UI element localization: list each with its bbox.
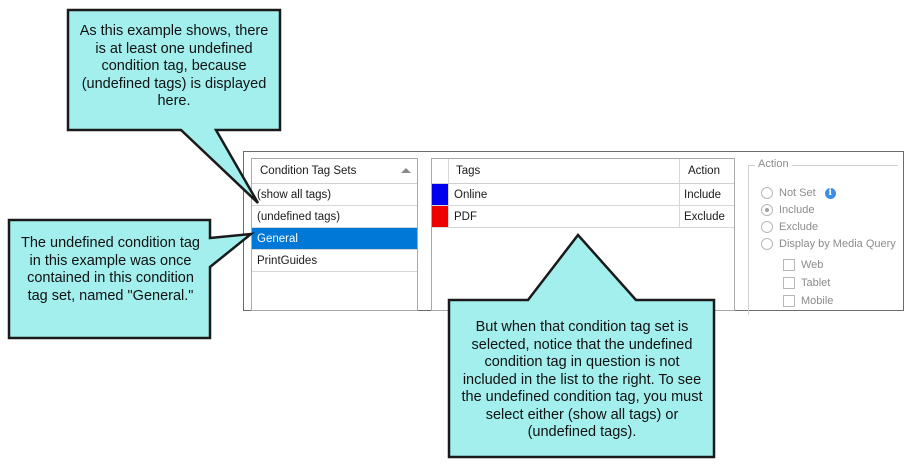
action-column-header-label: Action — [688, 165, 720, 177]
radio-label: Display by Media Query — [779, 238, 896, 250]
radio-include[interactable]: Include — [761, 204, 814, 216]
tag-set-item-general[interactable]: General — [252, 228, 417, 250]
tag-name-cell: PDF — [449, 206, 680, 227]
tags-grid[interactable]: Tags Action Online Include PDF Exclude — [431, 158, 735, 311]
tag-set-item-printguides[interactable]: PrintGuides — [252, 250, 417, 272]
tag-color-swatch — [432, 206, 448, 227]
tag-name-cell: Online — [449, 184, 680, 205]
tag-action: Exclude — [684, 210, 725, 223]
tag-color-swatch — [432, 184, 448, 205]
tags-grid-header: Tags Action — [432, 159, 734, 184]
condition-tag-sets-list[interactable]: Condition Tag Sets (show all tags) (unde… — [251, 158, 418, 311]
info-icon[interactable]: i — [824, 187, 836, 199]
action-column-header[interactable]: Action — [680, 159, 732, 183]
checkbox-label: Tablet — [801, 277, 831, 289]
checkbox-mobile[interactable]: Mobile — [783, 295, 833, 307]
radio-button[interactable] — [761, 204, 773, 216]
checkbox-label: Web — [801, 259, 824, 271]
tag-set-item-label: PrintGuides — [257, 254, 318, 267]
tag-name: Online — [454, 188, 488, 201]
checkbox[interactable] — [783, 277, 795, 289]
checkbox-web[interactable]: Web — [783, 259, 823, 271]
condition-tag-sets-header-label: Condition Tag Sets — [260, 165, 357, 177]
callout-top-text: As this example shows, there is at least… — [79, 23, 269, 109]
tags-column-header[interactable]: Tags — [449, 159, 680, 183]
tag-action-cell[interactable]: Include — [680, 184, 732, 205]
sort-ascending-icon — [401, 168, 411, 173]
tag-color-cell — [432, 206, 449, 227]
tag-set-item-show-all[interactable]: (show all tags) — [252, 184, 417, 206]
radio-display-by-media-query[interactable]: Display by Media Query — [761, 238, 896, 250]
tag-name: PDF — [454, 210, 477, 223]
radio-not-set[interactable]: Not Set i — [761, 187, 836, 199]
tag-set-item-label: (show all tags) — [257, 188, 332, 201]
tag-color-cell — [432, 184, 449, 205]
checkbox[interactable] — [783, 295, 795, 307]
tag-row-online[interactable]: Online Include — [432, 184, 734, 206]
radio-label: Not Set — [779, 187, 816, 199]
condition-tag-sets-header[interactable]: Condition Tag Sets — [252, 159, 417, 184]
action-group-legend: Action — [755, 158, 792, 170]
tag-action: Include — [684, 188, 722, 201]
checkbox[interactable] — [783, 259, 795, 271]
tags-column-header-label: Tags — [456, 165, 481, 177]
tag-action-cell[interactable]: Exclude — [680, 206, 732, 227]
condition-tags-panel: Condition Tag Sets (show all tags) (unde… — [243, 151, 904, 315]
radio-button[interactable] — [761, 238, 773, 250]
callout-bottom-text: But when that condition tag set is selec… — [461, 319, 703, 440]
radio-label: Exclude — [779, 221, 819, 233]
tag-set-item-label: (undefined tags) — [257, 210, 341, 223]
tag-set-item-label: General — [257, 232, 298, 245]
radio-exclude[interactable]: Exclude — [761, 221, 818, 233]
checkbox-label: Mobile — [801, 295, 834, 307]
checkbox-tablet[interactable]: Tablet — [783, 277, 830, 289]
color-column-header — [432, 159, 449, 183]
action-group: Action Not Set i Include Exclude Display… — [748, 158, 898, 315]
radio-button[interactable] — [761, 221, 773, 233]
radio-label: Include — [779, 204, 815, 216]
callout-left-text: The undefined condition tag in this exam… — [21, 235, 200, 304]
tag-set-item-undefined[interactable]: (undefined tags) — [252, 206, 417, 228]
tag-row-pdf[interactable]: PDF Exclude — [432, 206, 734, 228]
radio-button[interactable] — [761, 187, 773, 199]
